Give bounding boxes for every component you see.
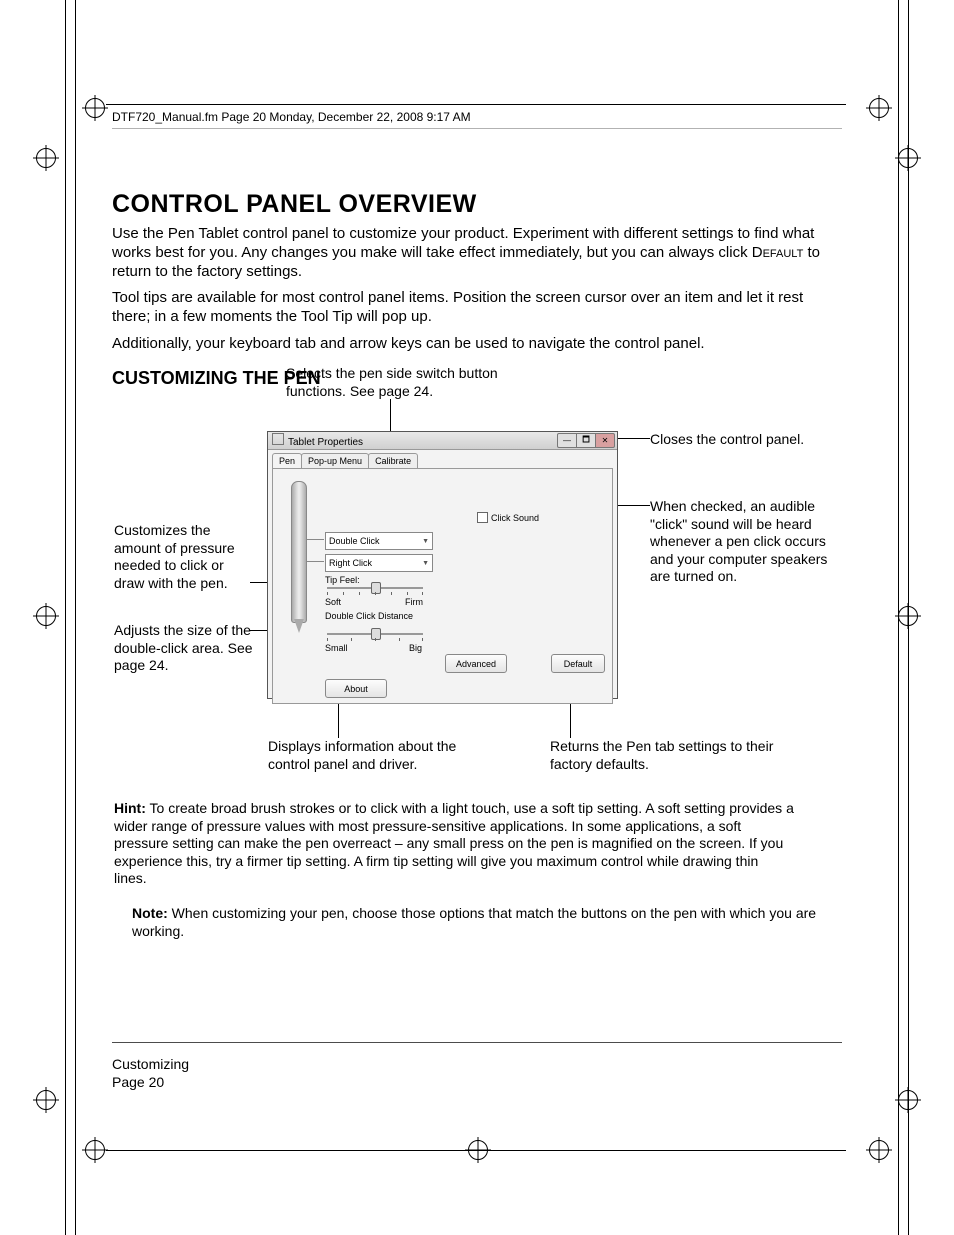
tab-pen[interactable]: Pen (272, 453, 302, 468)
registration-mark-icon (869, 98, 889, 118)
intro-paragraph: Use the Pen Tablet control panel to cust… (112, 225, 842, 281)
callout-closes: Closes the control panel. (650, 431, 850, 449)
dialog-title: Tablet Properties (288, 437, 363, 448)
connector-line (390, 399, 391, 432)
dropdown-value: Double Click (329, 536, 380, 546)
double-click-distance-slider[interactable] (327, 631, 423, 637)
callout-default: Returns the Pen tab settings to their fa… (550, 738, 800, 773)
callout-tip-feel: Customizes the amount of pressure needed… (114, 522, 254, 592)
footer-page: Page 20 (112, 1073, 189, 1091)
minimize-button[interactable]: — (557, 433, 577, 448)
tab-calibrate[interactable]: Calibrate (368, 453, 418, 468)
connector-line (338, 698, 339, 738)
page-title: CONTROL PANEL OVERVIEW (112, 190, 842, 219)
crop-line (65, 0, 66, 1235)
note-label: Note: (132, 905, 168, 921)
default-button[interactable]: Default (551, 654, 605, 673)
running-header: DTF720_Manual.fm Page 20 Monday, Decembe… (112, 110, 471, 124)
registration-mark-icon (869, 1140, 889, 1160)
dialog-titlebar: Tablet Properties — 🗖 ✕ (268, 432, 617, 450)
intro-text-a: Use the Pen Tablet control panel to cust… (112, 225, 814, 261)
about-button[interactable]: About (325, 679, 387, 698)
advanced-button[interactable]: Advanced (445, 654, 507, 673)
upper-switch-dropdown[interactable]: Double Click ▼ (325, 532, 433, 550)
checkbox-icon (477, 512, 488, 523)
tooltip-paragraph: Tool tips are available for most control… (112, 289, 842, 327)
tablet-properties-dialog: Tablet Properties — 🗖 ✕ Pen Pop-up Menu … (267, 431, 618, 699)
hint-paragraph: Hint: To create broad brush strokes or t… (114, 800, 794, 888)
header-rule (112, 128, 842, 129)
registration-mark-icon (898, 606, 918, 626)
crop-line (75, 0, 76, 1235)
callout-double-click-distance: Adjusts the size of the double-click are… (114, 622, 254, 675)
tab-popup-menu[interactable]: Pop-up Menu (301, 453, 369, 468)
hint-text: To create broad brush strokes or to clic… (114, 800, 794, 886)
lower-switch-dropdown[interactable]: Right Click ▼ (325, 554, 433, 572)
note-paragraph: Note: When customizing your pen, choose … (132, 905, 832, 940)
tip-feel-slider[interactable] (327, 585, 423, 591)
chevron-down-icon: ▼ (422, 538, 429, 545)
connector-line (306, 539, 324, 540)
connector-line (617, 438, 650, 439)
keyboard-paragraph: Additionally, your keyboard tab and arro… (112, 335, 842, 354)
double-click-distance-label: Double Click Distance (325, 611, 413, 621)
callout-click-sound: When checked, an audible "click" sound w… (650, 498, 850, 586)
registration-mark-icon (898, 1090, 918, 1110)
big-label: Big (409, 643, 422, 653)
close-button[interactable]: ✕ (595, 433, 615, 448)
chevron-down-icon: ▼ (422, 560, 429, 567)
pen-tip-icon (294, 619, 304, 633)
app-icon (272, 433, 284, 445)
page-footer: Customizing Page 20 (112, 1055, 189, 1091)
pen-illustration (291, 481, 307, 623)
soft-label: Soft (325, 597, 341, 607)
pen-panel: Click Sound Double Click ▼ Right Click ▼ T… (272, 468, 613, 704)
registration-mark-icon (85, 1140, 105, 1160)
firm-label: Firm (405, 597, 423, 607)
callout-about: Displays information about the control p… (268, 738, 488, 773)
crop-line (106, 104, 846, 105)
hint-label: Hint: (114, 800, 146, 816)
registration-mark-icon (36, 1090, 56, 1110)
default-word: Default (752, 244, 804, 261)
registration-mark-icon (85, 98, 105, 118)
note-text: When customizing your pen, choose those … (132, 905, 816, 939)
registration-mark-icon (36, 606, 56, 626)
maximize-button[interactable]: 🗖 (576, 433, 596, 448)
footer-rule (112, 1042, 842, 1043)
dropdown-value: Right Click (329, 558, 372, 568)
registration-mark-icon (36, 148, 56, 168)
footer-section: Customizing (112, 1055, 189, 1073)
small-label: Small (325, 643, 348, 653)
click-sound-label: Click Sound (491, 513, 539, 523)
crop-line (106, 1150, 846, 1151)
click-sound-checkbox[interactable]: Click Sound (477, 512, 539, 523)
registration-mark-icon (898, 148, 918, 168)
connector-line (306, 561, 324, 562)
tip-feel-label: Tip Feel: (325, 575, 360, 585)
callout-side-switch: Selects the pen side switch button funct… (286, 365, 546, 400)
